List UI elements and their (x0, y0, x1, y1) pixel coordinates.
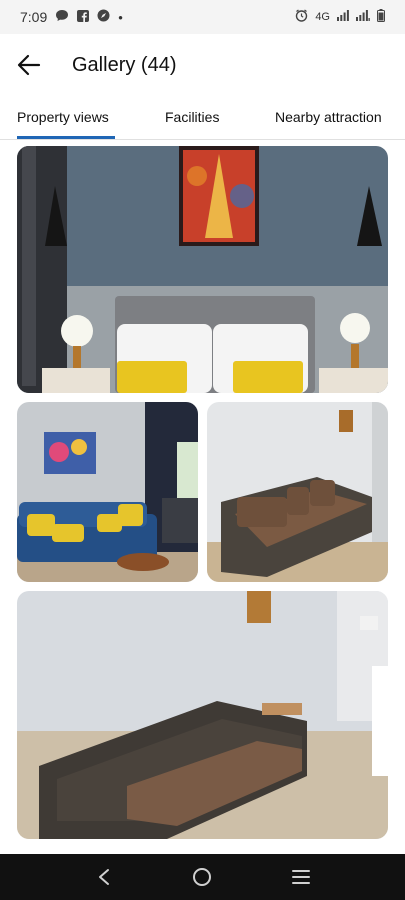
tab-nearby-attraction[interactable]: Nearby attraction (275, 109, 382, 125)
system-nav-bar (0, 854, 405, 900)
tab-property-views[interactable]: Property views (17, 109, 109, 125)
gallery-photo-living-room[interactable] (17, 402, 198, 582)
app-bar: Gallery (44) (0, 34, 405, 96)
page-title: Gallery (44) (72, 53, 177, 76)
facebook-icon (77, 9, 90, 25)
back-arrow-icon (17, 54, 41, 76)
signal-4g-icon (337, 10, 349, 24)
battery-icon (377, 9, 385, 25)
nav-home-button[interactable] (187, 862, 217, 892)
tab-bar: Property views Facilities Nearby attract… (0, 100, 405, 140)
tab-facilities[interactable]: Facilities (165, 109, 219, 125)
gallery-photo-wicker-sofa-wide[interactable] (17, 591, 388, 839)
bedroom-photo (17, 146, 388, 393)
network-type-label: 4G (315, 11, 330, 23)
alarm-icon (295, 9, 308, 25)
gallery-photo-wicker-sofa[interactable] (207, 402, 388, 582)
wicker-sofa-wide-photo (17, 591, 388, 839)
status-bar: 7:09 • 4G (0, 0, 405, 34)
status-time: 7:09 (20, 9, 48, 25)
wicker-sofa-photo (207, 402, 388, 582)
status-left: 7:09 • (20, 9, 123, 25)
tab-selected-indicator (17, 136, 115, 139)
signal-icon (356, 10, 370, 24)
gallery-photo-bedroom[interactable] (17, 146, 388, 393)
screen: 7:09 • 4G Gallery (44) Property views Fa… (0, 0, 405, 900)
living-room-blue-sofa-photo (17, 402, 198, 582)
nav-back-button[interactable] (89, 862, 119, 892)
compass-icon (97, 9, 110, 25)
nav-recents-button[interactable] (286, 862, 316, 892)
nav-back-icon (99, 869, 110, 885)
chat-bubble-icon (55, 9, 69, 25)
status-dot: • (118, 9, 123, 25)
status-right: 4G (295, 9, 385, 25)
back-button[interactable] (16, 52, 42, 78)
nav-home-icon (193, 868, 212, 886)
nav-recents-icon (291, 870, 310, 884)
